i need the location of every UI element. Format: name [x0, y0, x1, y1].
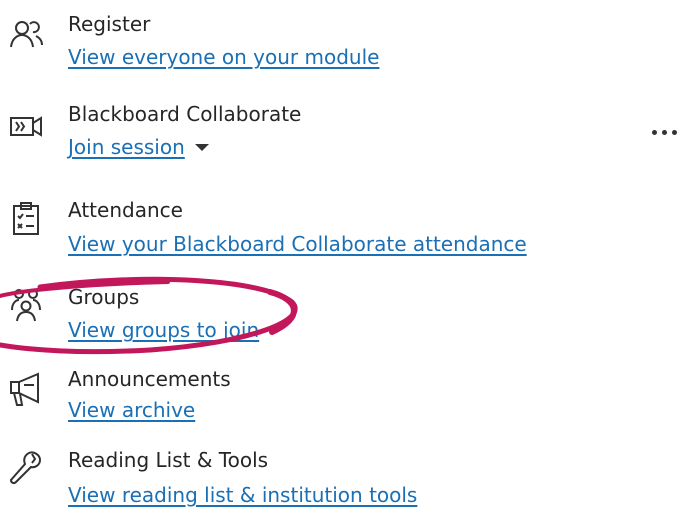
more-options-icon	[662, 130, 667, 135]
collaborate-video-icon	[8, 109, 44, 145]
attendance-title: Attendance	[68, 198, 183, 222]
list-item-announcements: Announcements View archive	[0, 365, 683, 445]
attendance-clipboard-icon	[8, 200, 44, 236]
list-item-register: Register View everyone on your module	[0, 0, 683, 80]
groups-title: Groups	[68, 285, 140, 309]
reading-list-title: Reading List & Tools	[68, 448, 269, 472]
register-title: Register	[68, 12, 151, 36]
more-options-icon	[672, 130, 677, 135]
join-session-label: Join session	[68, 135, 185, 159]
register-link[interactable]: View everyone on your module	[68, 44, 379, 70]
wrench-icon	[8, 449, 44, 485]
list-item-groups: Groups View groups to join	[0, 282, 683, 362]
collaborate-title: Blackboard Collaborate	[68, 102, 302, 126]
list-item-reading-list: Reading List & Tools View reading list &…	[0, 445, 683, 525]
more-options-button[interactable]	[650, 120, 680, 144]
list-item-collaborate: Blackboard Collaborate Join session	[0, 97, 683, 177]
reading-list-link[interactable]: View reading list & institution tools	[68, 482, 417, 508]
more-options-icon	[652, 130, 657, 135]
chevron-down-icon[interactable]	[194, 144, 209, 151]
megaphone-icon	[8, 371, 44, 407]
list-item-attendance: Attendance View your Blackboard Collabor…	[0, 194, 683, 274]
announcements-link[interactable]: View archive	[68, 397, 195, 423]
users-icon	[8, 14, 44, 50]
announcements-title: Announcements	[68, 367, 231, 391]
join-session-link[interactable]: Join session	[68, 134, 209, 160]
groups-icon	[8, 286, 44, 322]
attendance-link[interactable]: View your Blackboard Collaborate attenda…	[68, 231, 527, 257]
groups-link[interactable]: View groups to join	[68, 317, 259, 343]
